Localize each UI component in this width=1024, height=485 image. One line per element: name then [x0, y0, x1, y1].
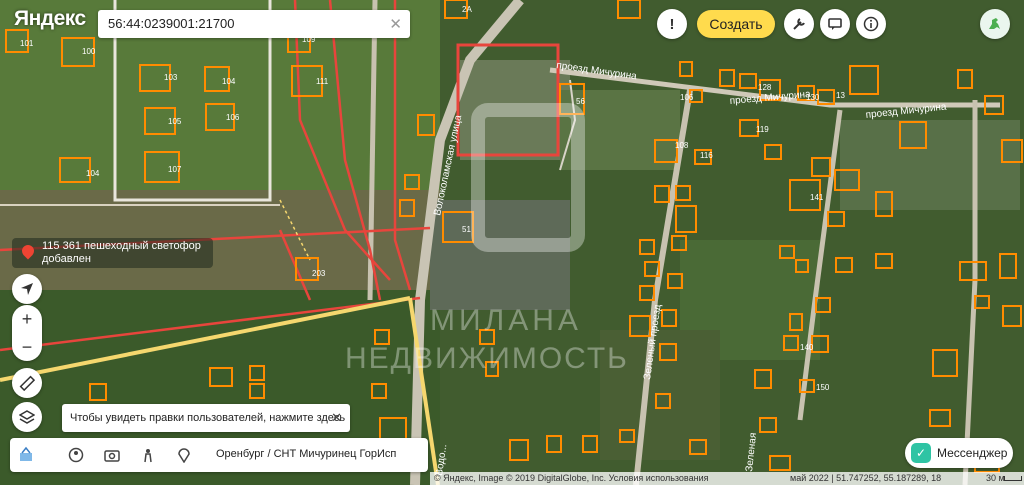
- svg-text:51: 51: [462, 225, 471, 234]
- svg-text:13: 13: [836, 91, 845, 100]
- messenger-icon: ✓: [911, 443, 931, 463]
- scale-label: 30 м: [986, 473, 1005, 483]
- dino-icon[interactable]: [980, 9, 1010, 39]
- messenger-button[interactable]: ✓ Мессенджер: [905, 438, 1013, 468]
- svg-text:111: 111: [316, 77, 329, 86]
- edits-hint-text: Чтобы увидеть правки пользователей, нажм…: [70, 412, 346, 424]
- svg-text:2А: 2А: [462, 5, 472, 14]
- bottom-toolbar: Оренбург / СНТ Мичуринец ГорИсп: [10, 438, 428, 472]
- svg-text:100: 100: [82, 47, 96, 56]
- svg-text:106: 106: [680, 93, 694, 102]
- street-view-icon[interactable]: [136, 443, 160, 467]
- notification-line-2: добавлен: [42, 253, 91, 265]
- notification-line-1: 115 361 пешеходный светофор: [42, 240, 201, 252]
- map-pin-icon: [19, 242, 37, 260]
- scale-bar: [1004, 476, 1022, 481]
- svg-text:116: 116: [700, 151, 713, 160]
- layers-icon[interactable]: [12, 402, 42, 432]
- basket-icon[interactable]: [14, 443, 38, 467]
- svg-text:101: 101: [20, 39, 34, 48]
- yandex-logo[interactable]: Яндекс: [14, 7, 86, 31]
- svg-text:МИЛАНА: МИЛАНА: [430, 304, 582, 337]
- info-icon[interactable]: [856, 9, 886, 39]
- chat-icon[interactable]: [820, 9, 850, 39]
- ruler-icon[interactable]: [12, 368, 42, 398]
- attribution-bar: © Яндекс, Image © 2019 DigitalGlobe, Inc…: [430, 472, 1024, 485]
- svg-text:107: 107: [168, 165, 182, 174]
- zoom-out-button[interactable]: −: [12, 333, 42, 361]
- zoom-in-button[interactable]: +: [12, 305, 42, 333]
- messenger-label: Мессенджер: [937, 446, 1008, 460]
- svg-text:104: 104: [222, 77, 236, 86]
- svg-text:108: 108: [675, 141, 689, 150]
- user-pin-icon[interactable]: [64, 443, 88, 467]
- exclamation-icon[interactable]: !: [657, 9, 687, 39]
- svg-text:НЕДВИЖИМОСТЬ: НЕДВИЖИМОСТЬ: [345, 342, 629, 375]
- wrench-icon[interactable]: [784, 9, 814, 39]
- coordinates-readout: май 2022 | 51.747252, 55.187289, 18: [790, 473, 942, 483]
- svg-text:106: 106: [226, 113, 240, 122]
- svg-text:203: 203: [312, 269, 326, 278]
- svg-text:141: 141: [810, 193, 824, 202]
- location-pin-icon[interactable]: [172, 443, 196, 467]
- svg-text:119: 119: [756, 125, 769, 134]
- locate-icon[interactable]: [12, 274, 42, 304]
- svg-text:103: 103: [164, 73, 178, 82]
- camera-icon[interactable]: [100, 443, 124, 467]
- notification-banner[interactable]: 115 361 пешеходный светофор добавлен: [12, 238, 213, 268]
- svg-text:150: 150: [816, 383, 830, 392]
- current-location[interactable]: Оренбург / СНТ Мичуринец ГорИсп: [216, 448, 396, 460]
- search-input[interactable]: [106, 15, 380, 32]
- close-icon[interactable]: ✕: [389, 15, 402, 33]
- svg-text:140: 140: [800, 343, 814, 352]
- svg-text:128: 128: [758, 83, 772, 92]
- search-box[interactable]: ✕: [98, 10, 410, 38]
- create-button[interactable]: Создать: [697, 10, 775, 38]
- svg-text:56: 56: [576, 97, 585, 106]
- close-icon[interactable]: ✕: [331, 410, 342, 426]
- svg-text:104: 104: [86, 169, 100, 178]
- zoom-control[interactable]: + −: [12, 305, 42, 361]
- edits-hint[interactable]: Чтобы увидеть правки пользователей, нажм…: [62, 404, 350, 432]
- copyright-text[interactable]: © Яндекс, Image © 2019 DigitalGlobe, Inc…: [434, 472, 709, 485]
- svg-text:105: 105: [168, 117, 182, 126]
